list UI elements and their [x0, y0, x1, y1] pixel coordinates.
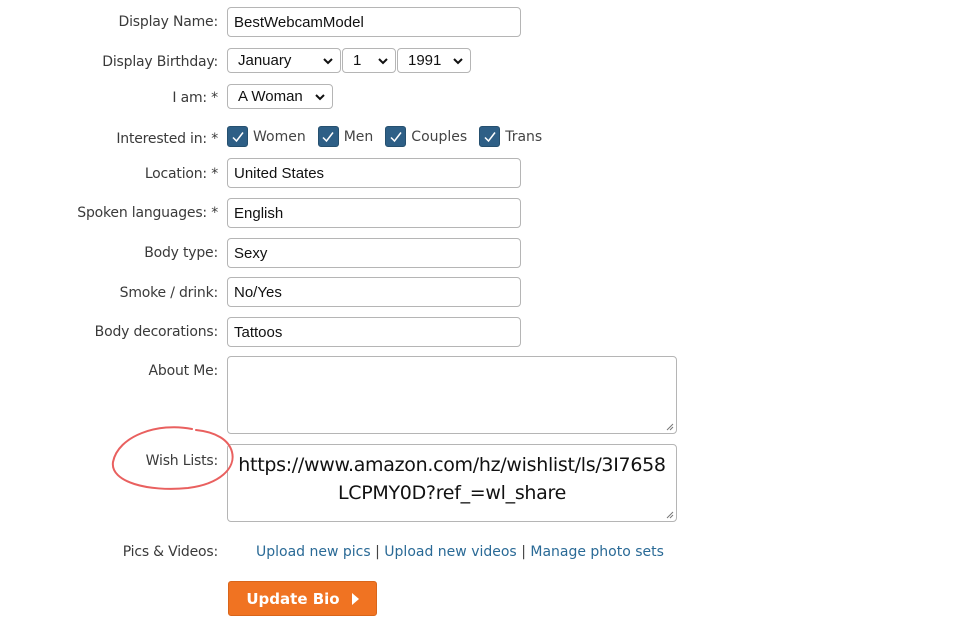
body-type-label: Body type:: [144, 245, 218, 261]
interested-in-label: Interested in: *: [116, 131, 218, 147]
i-am-select[interactable]: A Woman: [227, 84, 333, 109]
about-me-textarea[interactable]: [227, 356, 677, 434]
caret-right-icon: [351, 592, 359, 605]
wish-lists-label: Wish Lists:: [145, 453, 219, 469]
interested-couples-checkbox[interactable]: [385, 126, 407, 147]
update-bio-label: Update Bio: [246, 589, 340, 608]
birthday-day-select[interactable]: 1: [342, 48, 396, 73]
chevron-down-icon: [378, 57, 388, 64]
update-bio-button[interactable]: Update Bio: [228, 581, 377, 616]
profile-bio-form: Display Name: Display Birthday: January …: [0, 0, 968, 623]
link-separator: |: [521, 544, 526, 560]
smoke-drink-input[interactable]: [227, 277, 521, 307]
resize-grip-icon[interactable]: [664, 421, 674, 431]
interested-men-option[interactable]: Men: [317, 126, 374, 147]
birthday-year-value: 1991: [408, 52, 442, 69]
resize-grip-icon[interactable]: [664, 509, 674, 519]
body-decorations-label: Body decorations:: [94, 324, 219, 340]
interested-women-label: Women: [253, 128, 306, 145]
body-type-input[interactable]: [227, 238, 521, 268]
interested-trans-label: Trans: [505, 128, 543, 145]
birthday-year-select[interactable]: 1991: [397, 48, 471, 73]
display-name-input[interactable]: [227, 7, 521, 37]
chevron-down-icon: [323, 57, 333, 64]
i-am-label: I am: *: [172, 90, 218, 106]
smoke-drink-label: Smoke / drink:: [119, 285, 219, 301]
checkmark-icon: [484, 131, 496, 142]
interested-men-checkbox[interactable]: [317, 126, 339, 147]
wish-lists-value: https://www.amazon.com/hz/wishlist/ls/3I…: [238, 454, 666, 504]
interested-couples-option[interactable]: Couples: [385, 126, 467, 147]
upload-new-pics-link[interactable]: Upload new pics: [256, 544, 371, 560]
interested-women-checkbox[interactable]: [227, 126, 248, 147]
about-me-label: About Me:: [148, 363, 219, 379]
birthday-month-select[interactable]: January: [227, 48, 341, 73]
checkmark-icon: [390, 131, 402, 142]
interested-trans-checkbox[interactable]: [479, 126, 501, 147]
chevron-down-icon: [315, 93, 325, 100]
display-name-label: Display Name:: [118, 14, 219, 30]
interested-trans-option[interactable]: Trans: [479, 126, 542, 147]
link-separator: |: [375, 544, 380, 560]
spoken-languages-input[interactable]: [227, 198, 521, 228]
upload-new-videos-link[interactable]: Upload new videos: [384, 544, 516, 560]
wish-lists-textarea[interactable]: https://www.amazon.com/hz/wishlist/ls/3I…: [227, 444, 677, 522]
checkmark-icon: [231, 131, 244, 142]
location-input[interactable]: [227, 158, 521, 188]
body-decorations-input[interactable]: [227, 317, 521, 347]
birthday-day-value: 1: [353, 52, 362, 69]
interested-couples-label: Couples: [411, 128, 468, 145]
pics-videos-label: Pics & Videos:: [122, 544, 218, 560]
interested-women-option[interactable]: Women: [227, 126, 306, 147]
manage-photo-sets-link[interactable]: Manage photo sets: [530, 544, 664, 560]
location-label: Location: *: [144, 166, 218, 182]
i-am-value: A Woman: [238, 88, 303, 105]
interested-in-group: Women Men Couples Trans: [227, 126, 554, 147]
pics-videos-links: Upload new pics | Upload new videos | Ma…: [256, 544, 664, 560]
spoken-languages-label: Spoken languages: *: [77, 205, 218, 221]
checkmark-icon: [322, 131, 334, 142]
birthday-month-value: January: [238, 52, 292, 69]
interested-men-label: Men: [343, 128, 374, 145]
chevron-down-icon: [453, 57, 463, 64]
display-birthday-label: Display Birthday:: [102, 54, 218, 70]
